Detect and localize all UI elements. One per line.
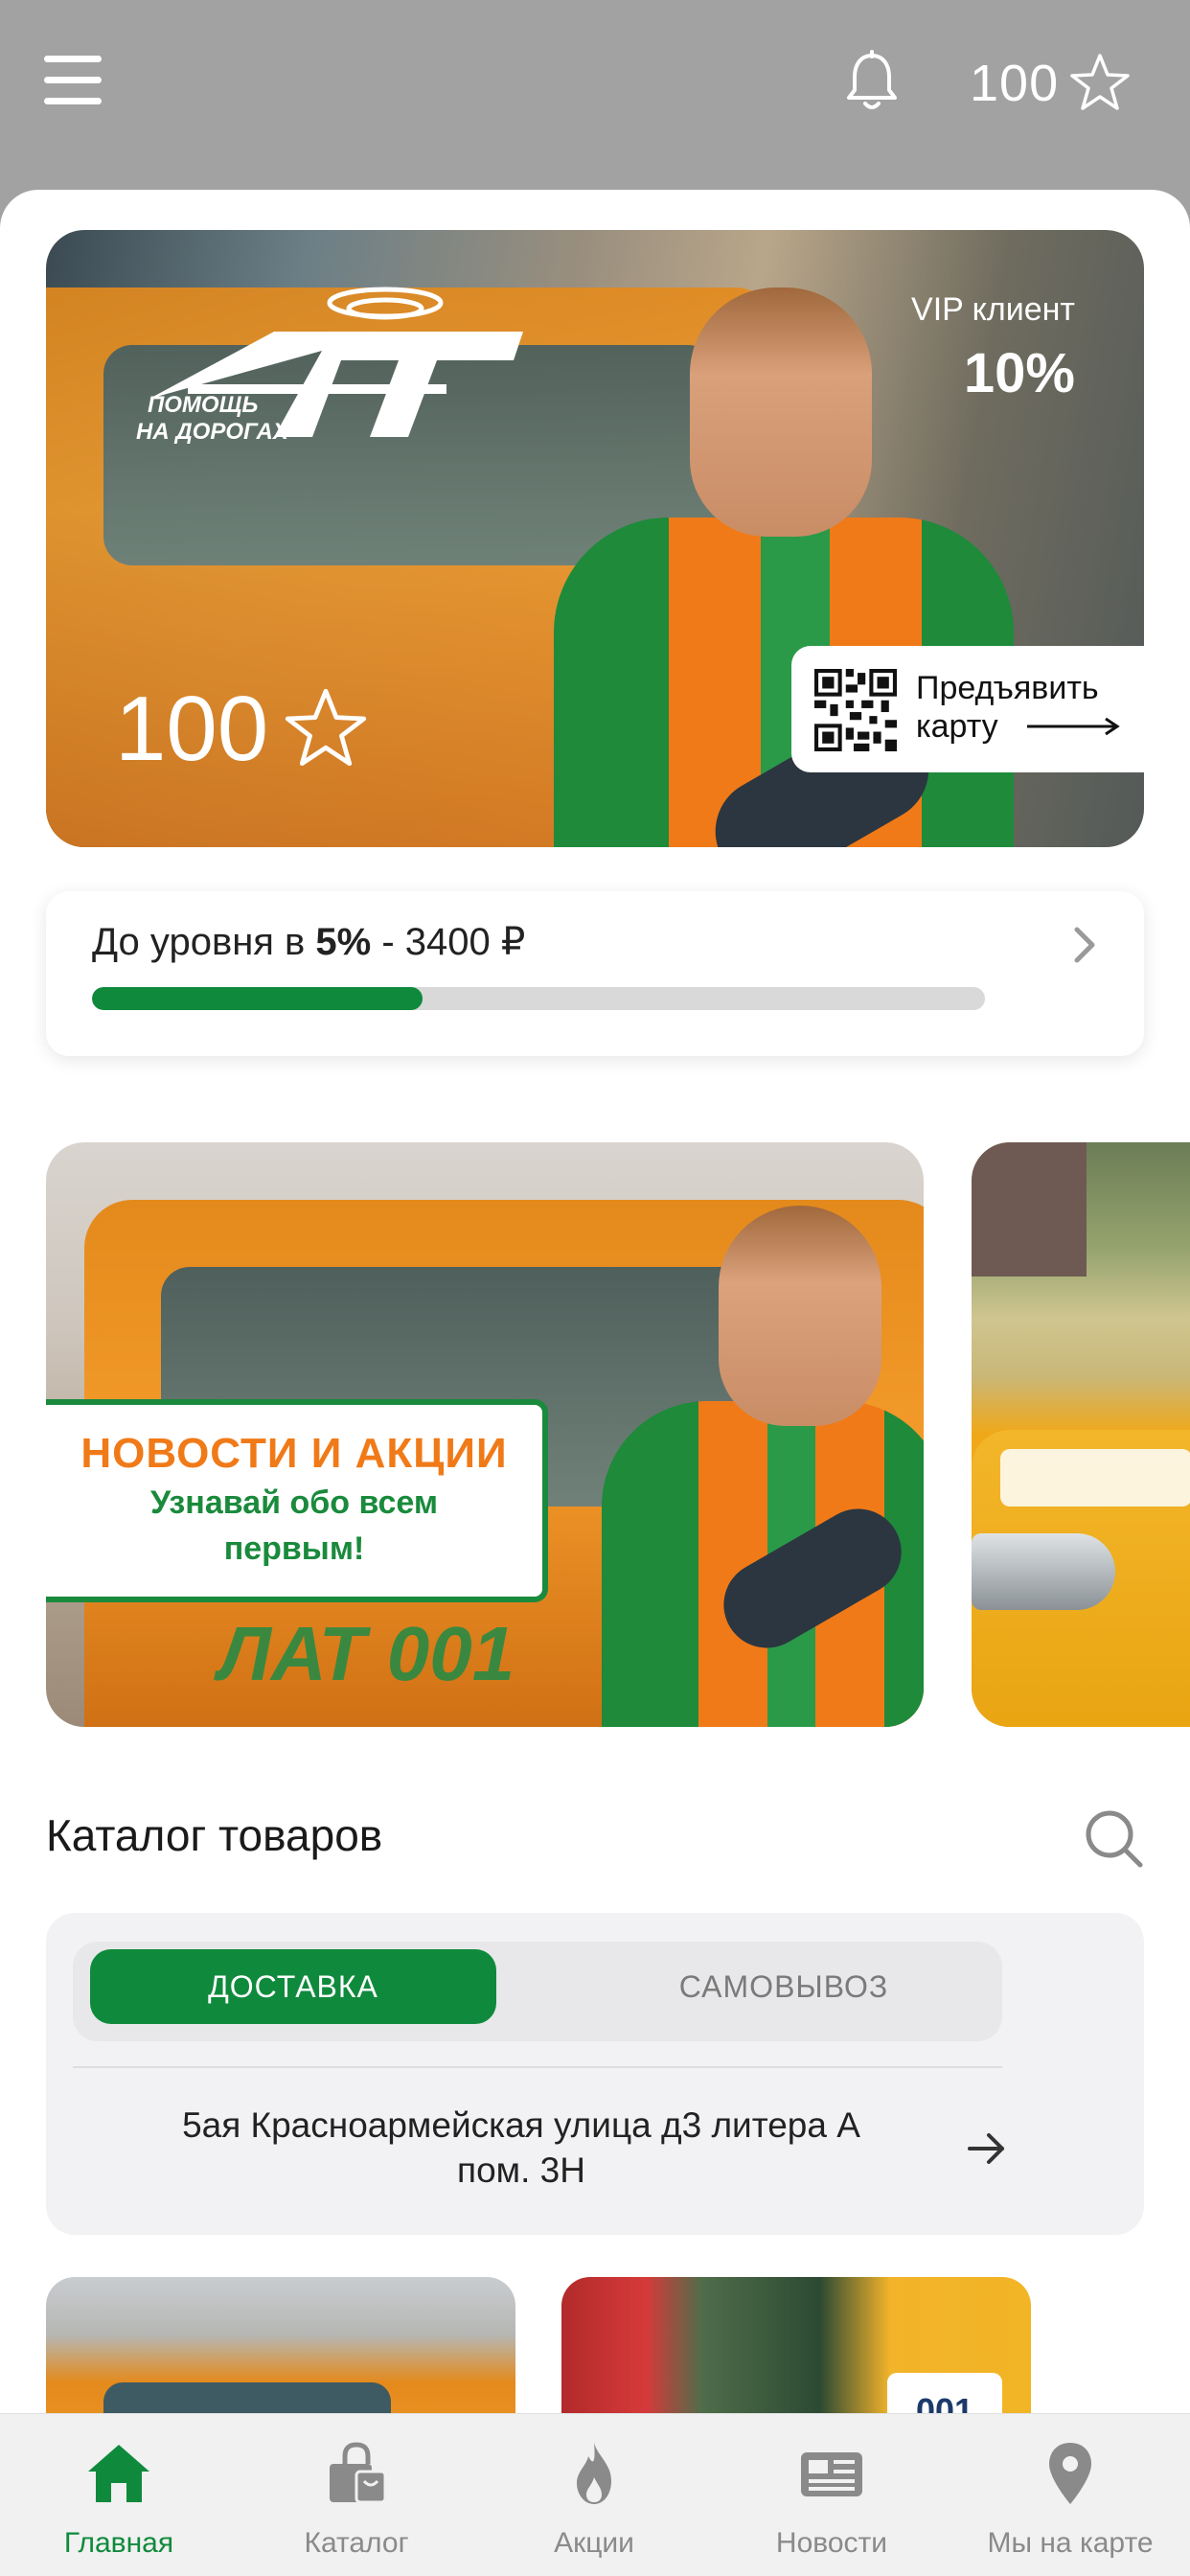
home-icon bbox=[88, 2445, 149, 2502]
promo-banner-car[interactable] bbox=[972, 1142, 1190, 1727]
bottom-tab-bar: Главная Каталог Акции Новости Мы на карт… bbox=[0, 2413, 1190, 2576]
present-card-button[interactable]: Предъявить карту bbox=[791, 646, 1144, 772]
tab-map[interactable]: Мы на карте bbox=[950, 2414, 1190, 2576]
arrow-right-icon[interactable] bbox=[966, 2129, 1008, 2168]
map-pin-icon bbox=[1049, 2443, 1091, 2504]
star-icon bbox=[286, 688, 367, 767]
tab-label: Каталог bbox=[304, 2527, 409, 2559]
catalog-title: Каталог товаров bbox=[46, 1810, 383, 1860]
shopping-bag-icon bbox=[330, 2442, 387, 2504]
level-progress-text: До уровня в 5% - 3400 ₽ bbox=[92, 921, 526, 963]
banner-subtitle-1: Узнавай обо всем bbox=[149, 1484, 439, 1521]
level-progress-bar bbox=[92, 987, 985, 1010]
star-icon bbox=[1070, 54, 1130, 110]
delivery-address[interactable]: 5ая Красноармейская улица д3 литера А по… bbox=[138, 2103, 904, 2193]
bell-icon[interactable] bbox=[841, 50, 903, 115]
promo-banner-news[interactable]: ЛАТ 001 НОВОСТИ И АКЦИИ Узнавай обо всем… bbox=[46, 1142, 924, 1727]
qr-code-icon bbox=[814, 669, 897, 751]
banner-brand-text: ЛАТ 001 bbox=[218, 1611, 515, 1696]
search-icon[interactable] bbox=[1083, 1807, 1146, 1871]
tab-label: Главная bbox=[63, 2527, 174, 2559]
level-progress-fill bbox=[92, 987, 423, 1010]
banner-subtitle-2: первым! bbox=[223, 1530, 365, 1567]
chevron-right-icon bbox=[1074, 927, 1095, 963]
tab-delivery[interactable]: ДОСТАВКА bbox=[90, 1949, 496, 2024]
level-progress-card[interactable]: До уровня в 5% - 3400 ₽ bbox=[46, 891, 1144, 1056]
tab-label: Новости bbox=[775, 2527, 888, 2559]
divider bbox=[73, 2066, 1002, 2068]
news-icon bbox=[801, 2452, 862, 2496]
tab-catalog[interactable]: Каталог bbox=[238, 2414, 475, 2576]
banner-label-box: НОВОСТИ И АКЦИИ Узнавай обо всем первым! bbox=[46, 1399, 548, 1602]
discount-value: 10% bbox=[963, 342, 1075, 404]
vip-status-label: VIP клиент bbox=[911, 291, 1075, 328]
top-bar: 100 bbox=[0, 0, 1190, 192]
card-points-value: 100 bbox=[115, 678, 269, 780]
card-points: 100 bbox=[115, 677, 372, 782]
banner-title: НОВОСТИ И АКЦИИ bbox=[80, 1430, 508, 1477]
tab-pickup[interactable]: САМОВЫВОЗ bbox=[581, 1949, 987, 2024]
tab-home[interactable]: Главная bbox=[0, 2414, 238, 2576]
hamburger-menu-icon[interactable] bbox=[44, 56, 102, 105]
delivery-selector: ДОСТАВКА САМОВЫВОЗ 5ая Красноармейская у… bbox=[46, 1913, 1144, 2235]
tab-label: Мы на карте bbox=[987, 2527, 1154, 2559]
points-value: 100 bbox=[970, 55, 1060, 112]
tab-label: Акции bbox=[554, 2527, 634, 2559]
arrow-right-icon bbox=[1027, 717, 1120, 736]
flame-icon bbox=[577, 2443, 611, 2504]
delivery-mode-toggle: ДОСТАВКА САМОВЫВОЗ bbox=[73, 1942, 1002, 2041]
present-label-1: Предъявить bbox=[916, 670, 1099, 706]
tab-news[interactable]: Новости bbox=[713, 2414, 950, 2576]
tab-promotions[interactable]: Акции bbox=[475, 2414, 713, 2576]
points-balance[interactable]: 100 bbox=[970, 50, 1133, 117]
